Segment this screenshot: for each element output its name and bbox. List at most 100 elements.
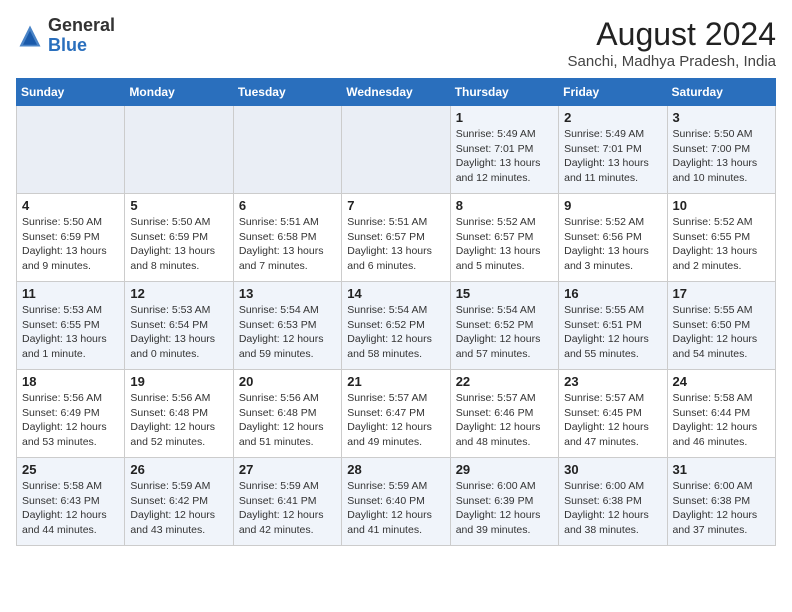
day-info: Sunrise: 5:52 AMSunset: 6:55 PMDaylight:… [673, 215, 770, 274]
day-info: Sunrise: 5:57 AMSunset: 6:46 PMDaylight:… [456, 391, 553, 450]
calendar-week-row: 11 Sunrise: 5:53 AMSunset: 6:55 PMDayligh… [17, 282, 776, 370]
day-info: Sunrise: 5:59 AMSunset: 6:40 PMDaylight:… [347, 479, 444, 538]
calendar-day-cell [233, 106, 341, 194]
day-number: 2 [564, 110, 661, 125]
calendar-day-cell: 2 Sunrise: 5:49 AMSunset: 7:01 PMDaylight… [559, 106, 667, 194]
day-number: 5 [130, 198, 227, 213]
title-block: August 2024 Sanchi, Madhya Pradesh, Indi… [568, 16, 776, 70]
location-subtitle: Sanchi, Madhya Pradesh, India [568, 53, 776, 70]
calendar-day-cell [342, 106, 450, 194]
calendar-day-cell [125, 106, 233, 194]
day-number: 7 [347, 198, 444, 213]
weekday-header-monday: Monday [125, 79, 233, 106]
day-info: Sunrise: 5:55 AMSunset: 6:51 PMDaylight:… [564, 303, 661, 362]
day-number: 19 [130, 374, 227, 389]
day-info: Sunrise: 5:57 AMSunset: 6:45 PMDaylight:… [564, 391, 661, 450]
calendar-day-cell: 27 Sunrise: 5:59 AMSunset: 6:41 PMDayligh… [233, 458, 341, 546]
day-number: 13 [239, 286, 336, 301]
day-number: 25 [22, 462, 119, 477]
day-number: 3 [673, 110, 770, 125]
day-info: Sunrise: 5:58 AMSunset: 6:43 PMDaylight:… [22, 479, 119, 538]
day-number: 16 [564, 286, 661, 301]
calendar-day-cell: 21 Sunrise: 5:57 AMSunset: 6:47 PMDayligh… [342, 370, 450, 458]
calendar-day-cell: 29 Sunrise: 6:00 AMSunset: 6:39 PMDayligh… [450, 458, 558, 546]
day-info: Sunrise: 5:56 AMSunset: 6:48 PMDaylight:… [130, 391, 227, 450]
day-info: Sunrise: 5:49 AMSunset: 7:01 PMDaylight:… [456, 127, 553, 186]
calendar-day-cell: 7 Sunrise: 5:51 AMSunset: 6:57 PMDaylight… [342, 194, 450, 282]
calendar-day-cell: 16 Sunrise: 5:55 AMSunset: 6:51 PMDayligh… [559, 282, 667, 370]
calendar-day-cell: 17Sunrise: 5:55 AMSunset: 6:50 PMDayligh… [667, 282, 775, 370]
day-number: 4 [22, 198, 119, 213]
day-info: Sunrise: 5:52 AMSunset: 6:57 PMDaylight:… [456, 215, 553, 274]
day-number: 21 [347, 374, 444, 389]
day-number: 18 [22, 374, 119, 389]
day-info: Sunrise: 5:52 AMSunset: 6:56 PMDaylight:… [564, 215, 661, 274]
day-number: 17 [673, 286, 770, 301]
day-info: Sunrise: 5:51 AMSunset: 6:57 PMDaylight:… [347, 215, 444, 274]
day-number: 20 [239, 374, 336, 389]
calendar-day-cell: 25 Sunrise: 5:58 AMSunset: 6:43 PMDayligh… [17, 458, 125, 546]
day-info: Sunrise: 5:59 AMSunset: 6:42 PMDaylight:… [130, 479, 227, 538]
day-number: 9 [564, 198, 661, 213]
day-info: Sunrise: 6:00 AMSunset: 6:39 PMDaylight:… [456, 479, 553, 538]
calendar-day-cell: 4Sunrise: 5:50 AMSunset: 6:59 PMDaylight… [17, 194, 125, 282]
weekday-header-wednesday: Wednesday [342, 79, 450, 106]
logo-icon [16, 22, 44, 50]
day-info: Sunrise: 5:57 AMSunset: 6:47 PMDaylight:… [347, 391, 444, 450]
day-info: Sunrise: 5:56 AMSunset: 6:49 PMDaylight:… [22, 391, 119, 450]
day-info: Sunrise: 6:00 AMSunset: 6:38 PMDaylight:… [564, 479, 661, 538]
day-number: 6 [239, 198, 336, 213]
day-number: 28 [347, 462, 444, 477]
day-info: Sunrise: 5:56 AMSunset: 6:48 PMDaylight:… [239, 391, 336, 450]
day-info: Sunrise: 5:54 AMSunset: 6:52 PMDaylight:… [456, 303, 553, 362]
day-number: 29 [456, 462, 553, 477]
day-info: Sunrise: 5:50 AMSunset: 7:00 PMDaylight:… [673, 127, 770, 186]
calendar-day-cell: 1 Sunrise: 5:49 AMSunset: 7:01 PMDaylight… [450, 106, 558, 194]
day-number: 11 [22, 286, 119, 301]
calendar-week-row: 18 Sunrise: 5:56 AMSunset: 6:49 PMDayligh… [17, 370, 776, 458]
day-number: 22 [456, 374, 553, 389]
day-number: 1 [456, 110, 553, 125]
day-number: 31 [673, 462, 770, 477]
calendar-day-cell: 23 Sunrise: 5:57 AMSunset: 6:45 PMDayligh… [559, 370, 667, 458]
calendar-header-row: SundayMondayTuesdayWednesdayThursdayFrid… [17, 79, 776, 106]
day-info: Sunrise: 5:53 AMSunset: 6:55 PMDaylight:… [22, 303, 119, 362]
calendar-day-cell: 31 Sunrise: 6:00 AMSunset: 6:38 PMDayligh… [667, 458, 775, 546]
day-info: Sunrise: 5:50 AMSunset: 6:59 PMDaylight:… [130, 215, 227, 274]
calendar-day-cell: 6 Sunrise: 5:51 AMSunset: 6:58 PMDaylight… [233, 194, 341, 282]
day-number: 10 [673, 198, 770, 213]
day-number: 27 [239, 462, 336, 477]
day-number: 15 [456, 286, 553, 301]
day-info: Sunrise: 5:51 AMSunset: 6:58 PMDaylight:… [239, 215, 336, 274]
calendar-day-cell: 28 Sunrise: 5:59 AMSunset: 6:40 PMDayligh… [342, 458, 450, 546]
day-info: Sunrise: 5:49 AMSunset: 7:01 PMDaylight:… [564, 127, 661, 186]
calendar-day-cell: 20 Sunrise: 5:56 AMSunset: 6:48 PMDayligh… [233, 370, 341, 458]
day-number: 23 [564, 374, 661, 389]
month-year-title: August 2024 [568, 16, 776, 53]
calendar-day-cell: 18 Sunrise: 5:56 AMSunset: 6:49 PMDayligh… [17, 370, 125, 458]
weekday-header-friday: Friday [559, 79, 667, 106]
calendar-day-cell: 3 Sunrise: 5:50 AMSunset: 7:00 PMDaylight… [667, 106, 775, 194]
calendar-week-row: 1 Sunrise: 5:49 AMSunset: 7:01 PMDaylight… [17, 106, 776, 194]
day-number: 8 [456, 198, 553, 213]
day-number: 14 [347, 286, 444, 301]
calendar-day-cell: 19 Sunrise: 5:56 AMSunset: 6:48 PMDayligh… [125, 370, 233, 458]
calendar-day-cell: 24Sunrise: 5:58 AMSunset: 6:44 PMDayligh… [667, 370, 775, 458]
day-info: Sunrise: 5:58 AMSunset: 6:44 PMDaylight:… [673, 391, 770, 450]
day-number: 26 [130, 462, 227, 477]
day-info: Sunrise: 5:59 AMSunset: 6:41 PMDaylight:… [239, 479, 336, 538]
logo-general-text: General [48, 15, 115, 35]
calendar-day-cell: 14Sunrise: 5:54 AMSunset: 6:52 PMDayligh… [342, 282, 450, 370]
logo: General Blue [16, 16, 115, 56]
weekday-header-thursday: Thursday [450, 79, 558, 106]
day-info: Sunrise: 6:00 AMSunset: 6:38 PMDaylight:… [673, 479, 770, 538]
page-header: General Blue August 2024 Sanchi, Madhya … [16, 16, 776, 70]
calendar-day-cell: 26 Sunrise: 5:59 AMSunset: 6:42 PMDayligh… [125, 458, 233, 546]
calendar-day-cell: 10 Sunrise: 5:52 AMSunset: 6:55 PMDayligh… [667, 194, 775, 282]
calendar-day-cell: 9 Sunrise: 5:52 AMSunset: 6:56 PMDaylight… [559, 194, 667, 282]
day-number: 12 [130, 286, 227, 301]
calendar-day-cell: 22 Sunrise: 5:57 AMSunset: 6:46 PMDayligh… [450, 370, 558, 458]
calendar-day-cell: 8 Sunrise: 5:52 AMSunset: 6:57 PMDaylight… [450, 194, 558, 282]
calendar-week-row: 25 Sunrise: 5:58 AMSunset: 6:43 PMDayligh… [17, 458, 776, 546]
calendar-week-row: 4 Sunrise: 5:50 AMSunset: 6:59 PMDaylight… [17, 194, 776, 282]
